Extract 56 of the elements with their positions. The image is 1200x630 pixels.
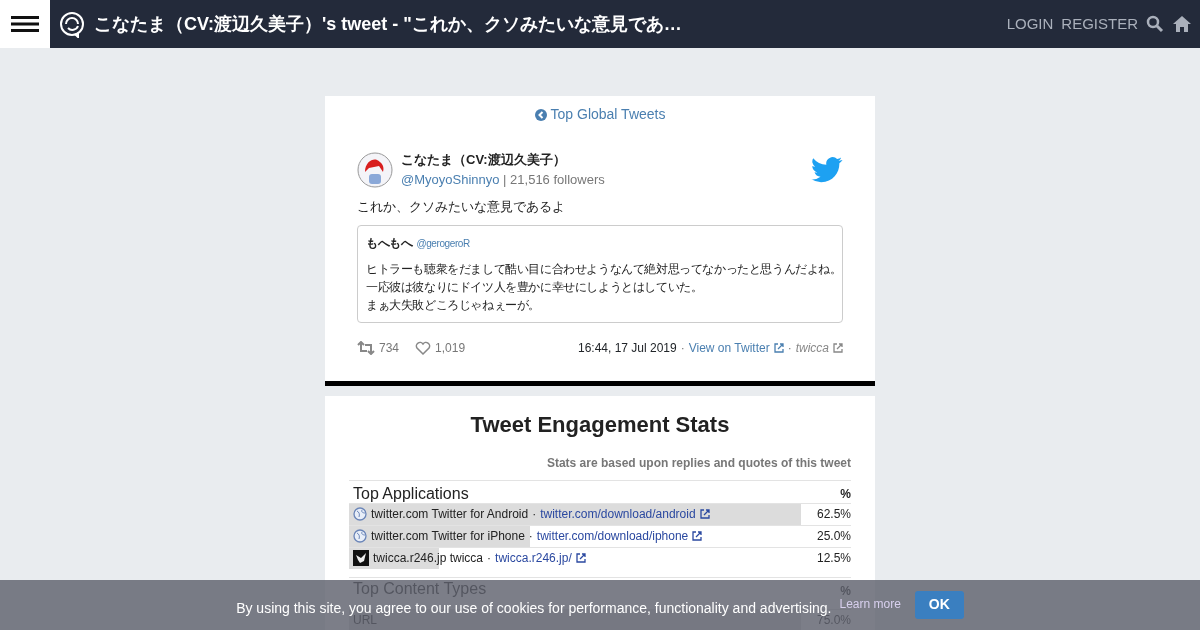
separator-dot: · [532,506,537,524]
retweet-icon[interactable] [357,340,375,355]
search-icon[interactable] [1146,15,1164,33]
app-link[interactable]: twitter.com/download/android [540,505,710,524]
learn-more-link[interactable]: Learn more [839,598,901,612]
view-on-twitter-link[interactable]: View on Twitter [688,338,784,357]
app-link[interactable]: twitter.com/download/iphone [536,527,703,546]
logo-icon [58,10,86,38]
globe-icon [353,507,367,522]
register-link[interactable]: REGISTER [1061,12,1138,36]
heart-icon[interactable] [415,340,432,355]
author-name: こなたま（CV:渡辺久美子） [401,151,567,169]
app-name: twitter.com Twitter for iPhone [371,528,525,546]
author-handle[interactable]: @MyoyoShinnyo [401,171,500,187]
app-link[interactable]: twicca.r246.jp/ [495,549,586,568]
tweet-time: 16:44, 17 Jul 2019 [577,339,677,357]
quote-text-line: ヒトラーも聴衆をだまして酷い目に合わせようなんて絶対思ってなかったと思うんだよね。 [366,260,834,278]
page-title: こなたま（CV:渡辺久美子）'s tweet - "これか、クソみたいな意見であ… [94,12,682,36]
source-link[interactable]: twicca [795,338,843,357]
external-link-icon [692,531,703,542]
quoted-author-name: もへもへ [366,234,413,252]
back-arrow-icon [534,108,547,121]
separator-dot: · [787,339,792,357]
back-link[interactable]: Top Global Tweets [534,104,666,125]
external-link-icon [575,553,586,564]
tweet-text: これか、クソみたいな意見であるよ [356,198,566,216]
percent-value: 12.5% [815,550,851,568]
login-link[interactable]: LOGIN [1006,12,1054,36]
quote-text-line: 一応彼は彼なりにドイツ人を豊かに幸せにしようとはしていた。 [366,278,704,296]
stats-note: Stats are based upon replies and quotes of this tweet [545,454,851,472]
percent-header: % [839,582,851,599]
quoted-author-handle[interactable]: @gerogeroR [416,235,470,251]
stats-title: Tweet Engagement Stats [469,410,731,438]
avatar [357,151,393,188]
retweet-count: 734 [379,339,400,357]
external-link-icon [773,342,784,353]
table-heading: Top Applications [352,483,469,503]
ok-button[interactable]: OK [914,591,964,619]
external-link-icon [699,509,710,520]
percent-value: 62.5% [815,506,851,524]
external-link-icon [833,342,843,353]
like-count: 1,019 [435,339,466,357]
separator-dot: · [528,528,533,546]
menu-button[interactable] [0,0,50,48]
cookie-text: By using this site, you agree to our use of cookies for performance, functionality and advertising. [236,601,832,617]
home-icon[interactable] [1172,15,1192,33]
menu-icon [11,15,39,33]
app-name: twicca.r246.jp twicca [373,550,484,568]
separator-dot: · [680,339,685,357]
follower-count: | 21,516 followers [503,171,605,187]
separator-dot: · [487,550,492,568]
percent-header: % [839,485,851,503]
globe-icon [353,529,367,544]
app-name: twitter.com Twitter for Android [371,506,529,524]
quote-text-line: まぁ大失敗どころじゃねぇーが。 [366,296,541,314]
percent-value: 25.0% [815,528,851,546]
